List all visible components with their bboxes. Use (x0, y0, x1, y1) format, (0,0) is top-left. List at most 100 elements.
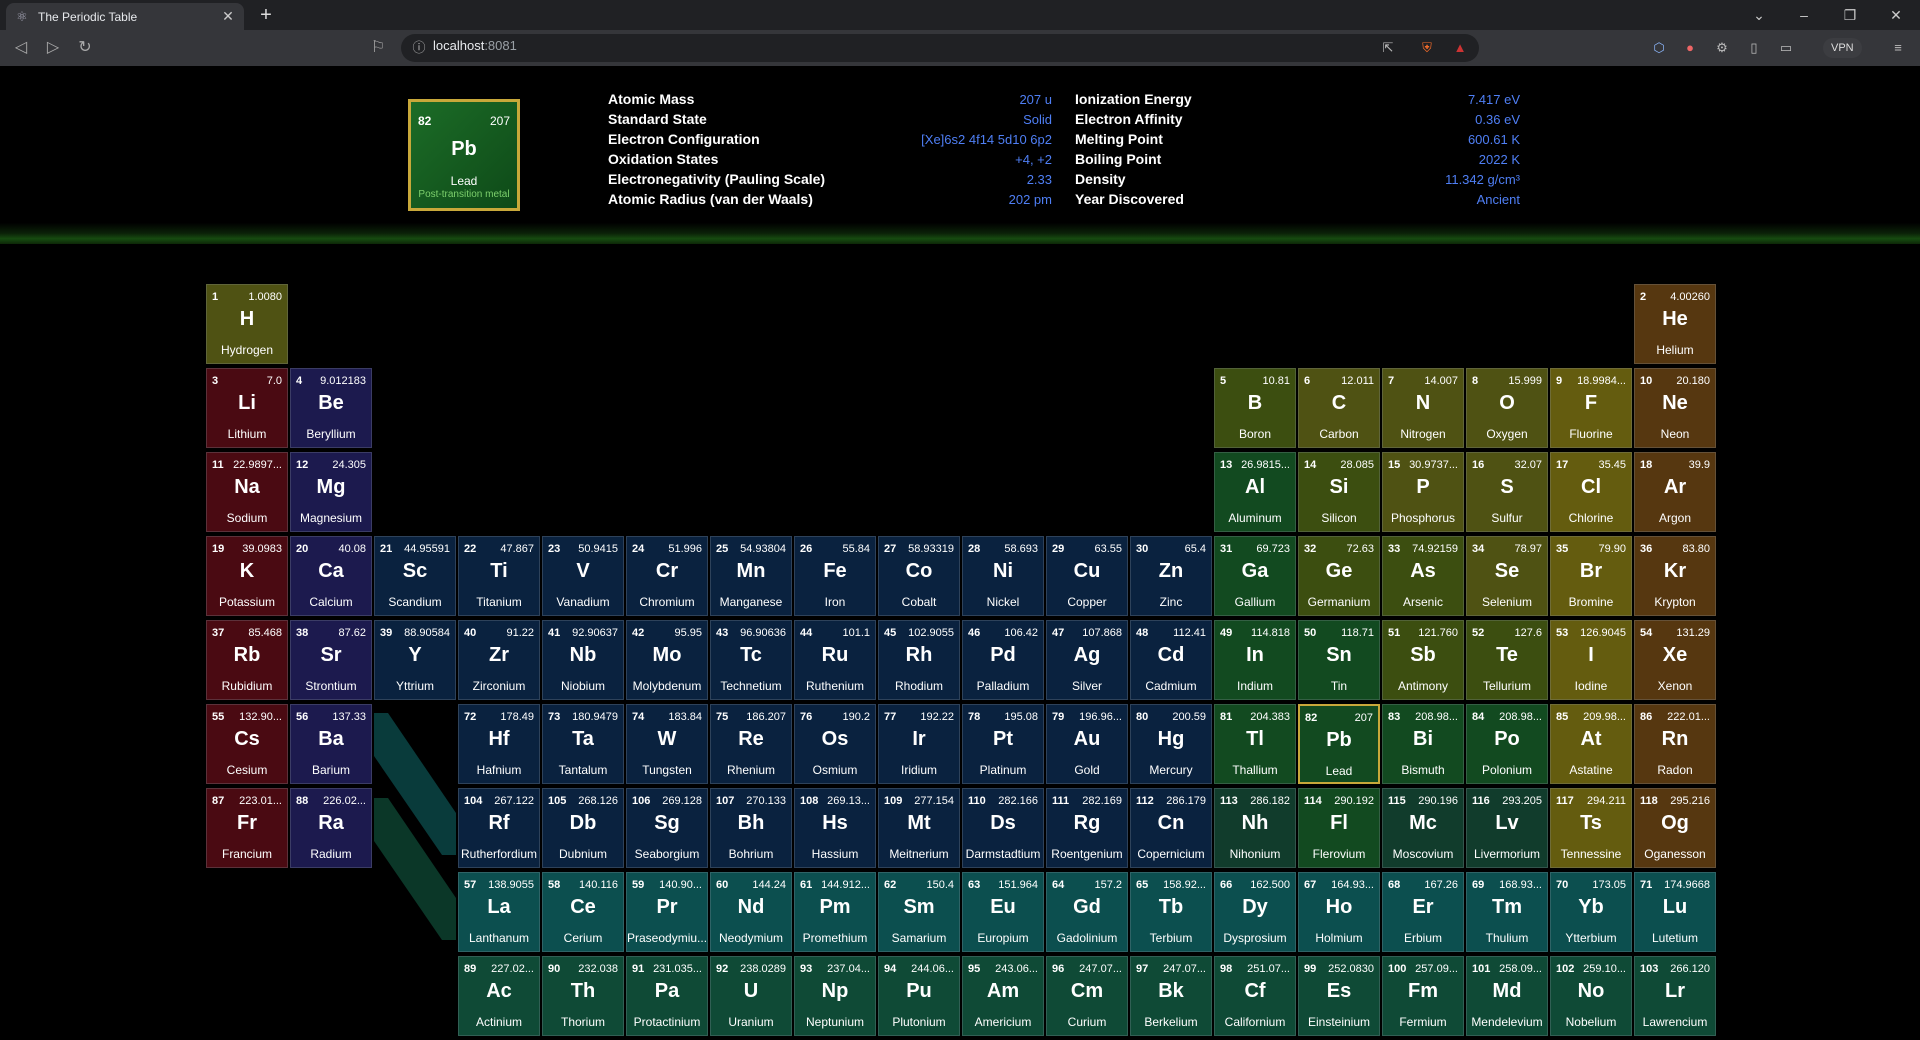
sidebar-icon[interactable]: ▯ (1745, 39, 1763, 57)
element-tile-bh[interactable]: 107 270.133 Bh Bohrium (710, 788, 792, 868)
element-tile-pb[interactable]: 82 207 Pb Lead (1298, 704, 1380, 784)
element-tile-pt[interactable]: 78 195.08 Pt Platinum (962, 704, 1044, 784)
forward-icon[interactable]: ▷ (42, 38, 64, 58)
element-tile-tl[interactable]: 81 204.383 Tl Thallium (1214, 704, 1296, 784)
element-tile-pd[interactable]: 46 106.42 Pd Palladium (962, 620, 1044, 700)
element-tile-fe[interactable]: 26 55.84 Fe Iron (794, 536, 876, 616)
element-tile-cu[interactable]: 29 63.55 Cu Copper (1046, 536, 1128, 616)
element-tile-sr[interactable]: 38 87.62 Sr Strontium (290, 620, 372, 700)
element-tile-tb[interactable]: 65 158.92... Tb Terbium (1130, 872, 1212, 952)
element-tile-mn[interactable]: 25 54.93804 Mn Manganese (710, 536, 792, 616)
element-tile-mg[interactable]: 12 24.305 Mg Magnesium (290, 452, 372, 532)
browser-tab[interactable]: ⚛ The Periodic Table ✕ (6, 3, 244, 30)
element-tile-ca[interactable]: 20 40.08 Ca Calcium (290, 536, 372, 616)
element-tile-au[interactable]: 79 196.96... Au Gold (1046, 704, 1128, 784)
element-tile-rg[interactable]: 111 282.169 Rg Roentgenium (1046, 788, 1128, 868)
element-tile-ru[interactable]: 44 101.1 Ru Ruthenium (794, 620, 876, 700)
element-tile-es[interactable]: 99 252.0830 Es Einsteinium (1298, 956, 1380, 1036)
element-tile-ho[interactable]: 67 164.93... Ho Holmium (1298, 872, 1380, 952)
element-tile-mt[interactable]: 109 277.154 Mt Meitnerium (878, 788, 960, 868)
element-tile-po[interactable]: 84 208.98... Po Polonium (1466, 704, 1548, 784)
element-tile-fr[interactable]: 87 223.01... Fr Francium (206, 788, 288, 868)
element-tile-ce[interactable]: 58 140.116 Ce Cerium (542, 872, 624, 952)
extension-icon[interactable]: ⬡ (1650, 39, 1668, 57)
element-tile-yb[interactable]: 70 173.05 Yb Ytterbium (1550, 872, 1632, 952)
element-tile-lv[interactable]: 116 293.205 Lv Livermorium (1466, 788, 1548, 868)
element-tile-br[interactable]: 35 79.90 Br Bromine (1550, 536, 1632, 616)
close-tab-icon[interactable]: ✕ (220, 8, 236, 25)
element-tile-no[interactable]: 102 259.10... No Nobelium (1550, 956, 1632, 1036)
element-tile-cm[interactable]: 96 247.07... Cm Curium (1046, 956, 1128, 1036)
minimize-window-icon[interactable]: – (1792, 4, 1816, 26)
element-tile-fl[interactable]: 114 290.192 Fl Flerovium (1298, 788, 1380, 868)
element-tile-rn[interactable]: 86 222.01... Rn Radon (1634, 704, 1716, 784)
element-tile-he[interactable]: 2 4.00260 He Helium (1634, 284, 1716, 364)
element-tile-ac[interactable]: 89 227.02... Ac Actinium (458, 956, 540, 1036)
element-tile-si[interactable]: 14 28.085 Si Silicon (1298, 452, 1380, 532)
element-tile-p[interactable]: 15 30.9737... P Phosphorus (1382, 452, 1464, 532)
address-bar[interactable] (401, 34, 1479, 62)
tab-search-chevron-icon[interactable]: ⌄ (1747, 4, 1771, 26)
element-tile-sc[interactable]: 21 44.95591 Sc Scandium (374, 536, 456, 616)
element-tile-kr[interactable]: 36 83.80 Kr Krypton (1634, 536, 1716, 616)
element-tile-v[interactable]: 23 50.9415 V Vanadium (542, 536, 624, 616)
element-tile-ir[interactable]: 77 192.22 Ir Iridium (878, 704, 960, 784)
bookmark-icon[interactable]: ⚐ (367, 38, 389, 58)
element-tile-hs[interactable]: 108 269.13... Hs Hassium (794, 788, 876, 868)
element-tile-ne[interactable]: 10 20.180 Ne Neon (1634, 368, 1716, 448)
element-tile-rf[interactable]: 104 267.122 Rf Rutherfordium (458, 788, 540, 868)
element-tile-os[interactable]: 76 190.2 Os Osmium (794, 704, 876, 784)
element-tile-be[interactable]: 4 9.012183 Be Beryllium (290, 368, 372, 448)
element-tile-nh[interactable]: 113 286.182 Nh Nihonium (1214, 788, 1296, 868)
element-tile-rb[interactable]: 37 85.468 Rb Rubidium (206, 620, 288, 700)
element-tile-f[interactable]: 9 18.9984... F Fluorine (1550, 368, 1632, 448)
element-tile-tm[interactable]: 69 168.93... Tm Thulium (1466, 872, 1548, 952)
element-tile-h[interactable]: 1 1.0080 H Hydrogen (206, 284, 288, 364)
element-tile-as[interactable]: 33 74.92159 As Arsenic (1382, 536, 1464, 616)
element-tile-bi[interactable]: 83 208.98... Bi Bismuth (1382, 704, 1464, 784)
element-tile-am[interactable]: 95 243.06... Am Americium (962, 956, 1044, 1036)
element-tile-nb[interactable]: 41 92.90637 Nb Niobium (542, 620, 624, 700)
element-tile-eu[interactable]: 63 151.964 Eu Europium (962, 872, 1044, 952)
new-tab-button[interactable]: + (255, 4, 277, 26)
element-tile-ds[interactable]: 110 282.166 Ds Darmstadtium (962, 788, 1044, 868)
menu-icon[interactable]: ≡ (1889, 39, 1907, 57)
element-tile-zr[interactable]: 40 91.22 Zr Zirconium (458, 620, 540, 700)
element-tile-tc[interactable]: 43 96.90636 Tc Technetium (710, 620, 792, 700)
element-tile-ag[interactable]: 47 107.868 Ag Silver (1046, 620, 1128, 700)
element-tile-pa[interactable]: 91 231.035... Pa Protactinium (626, 956, 708, 1036)
element-tile-li[interactable]: 3 7.0 Li Lithium (206, 368, 288, 448)
element-tile-th[interactable]: 90 232.038 Th Thorium (542, 956, 624, 1036)
element-tile-w[interactable]: 74 183.84 W Tungsten (626, 704, 708, 784)
element-tile-i[interactable]: 53 126.9045 I Iodine (1550, 620, 1632, 700)
element-tile-al[interactable]: 13 26.9815... Al Aluminum (1214, 452, 1296, 532)
element-tile-o[interactable]: 8 15.999 O Oxygen (1466, 368, 1548, 448)
element-tile-er[interactable]: 68 167.26 Er Erbium (1382, 872, 1464, 952)
reload-icon[interactable]: ↻ (74, 38, 96, 58)
element-tile-ti[interactable]: 22 47.867 Ti Titanium (458, 536, 540, 616)
element-tile-md[interactable]: 101 258.09... Md Mendelevium (1466, 956, 1548, 1036)
element-tile-hg[interactable]: 80 200.59 Hg Mercury (1130, 704, 1212, 784)
restore-window-icon[interactable]: ❐ (1838, 4, 1862, 26)
element-tile-dy[interactable]: 66 162.500 Dy Dysprosium (1214, 872, 1296, 952)
element-tile-rh[interactable]: 45 102.9055 Rh Rhodium (878, 620, 960, 700)
element-tile-s[interactable]: 16 32.07 S Sulfur (1466, 452, 1548, 532)
element-tile-fm[interactable]: 100 257.09... Fm Fermium (1382, 956, 1464, 1036)
element-tile-sm[interactable]: 62 150.4 Sm Samarium (878, 872, 960, 952)
element-tile-pr[interactable]: 59 140.90... Pr Praseodymiu... (626, 872, 708, 952)
element-tile-ni[interactable]: 28 58.693 Ni Nickel (962, 536, 1044, 616)
extension-icon-2[interactable]: ● (1681, 39, 1699, 57)
element-tile-ts[interactable]: 117 294.211 Ts Tennessine (1550, 788, 1632, 868)
element-tile-se[interactable]: 34 78.97 Se Selenium (1466, 536, 1548, 616)
element-tile-nd[interactable]: 60 144.24 Nd Neodymium (710, 872, 792, 952)
element-tile-lr[interactable]: 103 266.120 Lr Lawrencium (1634, 956, 1716, 1036)
element-tile-ge[interactable]: 32 72.63 Ge Germanium (1298, 536, 1380, 616)
element-tile-np[interactable]: 93 237.04... Np Neptunium (794, 956, 876, 1036)
element-tile-cr[interactable]: 24 51.996 Cr Chromium (626, 536, 708, 616)
element-tile-b[interactable]: 5 10.81 B Boron (1214, 368, 1296, 448)
element-tile-ga[interactable]: 31 69.723 Ga Gallium (1214, 536, 1296, 616)
element-tile-zn[interactable]: 30 65.4 Zn Zinc (1130, 536, 1212, 616)
element-tile-te[interactable]: 52 127.6 Te Tellurium (1466, 620, 1548, 700)
brave-rewards-icon[interactable]: ▲ (1451, 39, 1469, 57)
element-tile-n[interactable]: 7 14.007 N Nitrogen (1382, 368, 1464, 448)
